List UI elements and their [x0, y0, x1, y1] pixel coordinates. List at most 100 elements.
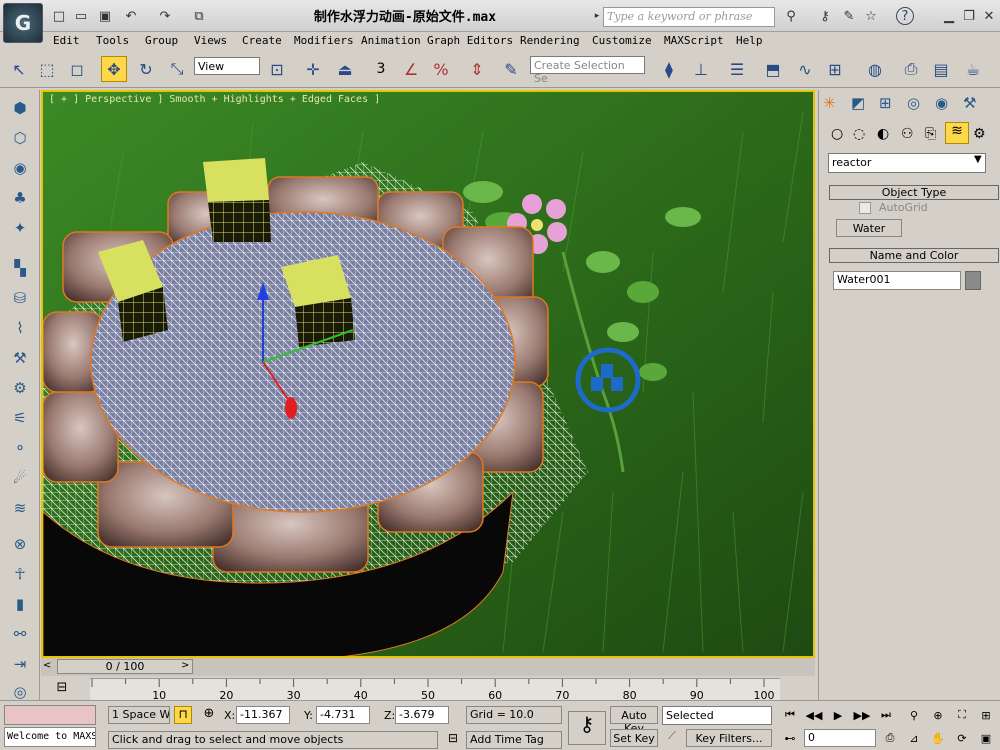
category-dropdown[interactable]: reactor — [828, 153, 986, 173]
open-file-icon[interactable]: ▭ — [72, 7, 90, 25]
rendered-frame-window-icon[interactable]: ▤ — [928, 56, 954, 82]
perspective-viewport[interactable]: [ + ] Perspective ] Smooth + Highlights … — [41, 90, 815, 658]
toy-car-icon[interactable]: ⚬ — [8, 436, 32, 460]
water-button[interactable]: Water — [836, 219, 902, 237]
zoom-all-icon[interactable]: ⊕ — [928, 706, 948, 724]
minimize-icon[interactable]: ▁ — [940, 7, 958, 25]
favorites-icon[interactable]: ☆ — [862, 7, 880, 25]
motion-tab-icon[interactable]: ◎ — [907, 94, 929, 114]
create-tab-icon[interactable]: ✳ — [823, 94, 845, 114]
time-prev-icon[interactable]: < — [43, 660, 51, 671]
graphite-modeling-icon[interactable]: ⬒ — [760, 56, 786, 82]
help-icon[interactable]: ? — [896, 7, 914, 25]
communication-center-icon[interactable]: ✎ — [840, 7, 858, 25]
deforming-mesh-icon[interactable]: ▚ — [8, 256, 32, 280]
zoom-extents-all-icon[interactable]: ⊞ — [976, 706, 996, 724]
menu-help[interactable]: Help — [736, 34, 763, 47]
keyboard-shortcut-override-icon[interactable]: ⏏ — [332, 56, 358, 82]
viewport-label[interactable]: [ + ] Perspective ] Smooth + Highlights … — [49, 94, 380, 105]
project-folder-icon[interactable]: ⧉ — [190, 7, 208, 25]
go-to-end-icon[interactable]: ⏭ — [876, 706, 896, 724]
key-filters-button[interactable]: Key Filters... — [686, 729, 772, 747]
time-slider-thumb[interactable]: 0 / 100 — [57, 659, 193, 674]
undo-icon[interactable]: ↶ — [122, 7, 140, 25]
curve-editor-icon[interactable]: ∿ — [792, 56, 818, 82]
pan-icon[interactable]: ✋ — [928, 729, 948, 747]
lights-icon[interactable]: ◐ — [877, 126, 889, 142]
zoom-icon[interactable]: ⚲ — [904, 706, 924, 724]
soft-body-icon[interactable]: ♣ — [8, 186, 32, 210]
select-and-rotate-icon[interactable]: ↻ — [133, 56, 159, 82]
utilities-tab-icon[interactable]: ⚒ — [963, 94, 985, 114]
play-icon[interactable]: ▶ — [828, 706, 848, 724]
snap-toggle-icon[interactable]: 3 — [368, 56, 394, 82]
hinge-icon[interactable]: ▮ — [8, 592, 32, 616]
menu-create[interactable]: Create — [242, 34, 282, 47]
ragdoll-icon[interactable]: ☥ — [8, 562, 32, 586]
search-input[interactable]: Type a keyword or phrase — [603, 7, 775, 27]
subscription-icon[interactable]: ⚷ — [816, 7, 834, 25]
time-slider[interactable]: < 0 / 100 > — [41, 658, 815, 676]
menu-graph-editors[interactable]: Graph Editors — [427, 34, 513, 47]
hierarchy-tab-icon[interactable]: ⊞ — [879, 94, 901, 114]
named-selection-set-dropdown[interactable]: Create Selection Se — [530, 56, 645, 85]
close-icon[interactable]: ✕ — [980, 7, 998, 25]
default-in-out-tangent-icon[interactable]: ⟋ — [662, 729, 682, 747]
menu-modifiers[interactable]: Modifiers — [294, 34, 354, 47]
y-coordinate-field[interactable]: -4.731 — [316, 706, 370, 724]
select-region-icon[interactable]: ⬚ — [34, 56, 60, 82]
angle-snap-icon[interactable]: ∠ — [398, 56, 424, 82]
menu-customize[interactable]: Customize — [592, 34, 652, 47]
space-warps-icon[interactable]: ≋ — [945, 122, 969, 144]
helpers-icon[interactable]: ⎘ — [925, 126, 936, 142]
restore-icon[interactable]: ❐ — [960, 7, 978, 25]
mirror-icon[interactable]: ⧫ — [656, 56, 682, 82]
app-logo-icon[interactable]: G — [3, 3, 43, 43]
field-of-view-icon[interactable]: ⊿ — [904, 729, 924, 747]
constraint-solver-icon[interactable]: ⊗ — [8, 532, 32, 556]
spring-icon[interactable]: ⌇ — [8, 316, 32, 340]
rope-collection-icon[interactable]: ✦ — [8, 216, 32, 240]
select-and-scale-icon[interactable]: ⤡ — [164, 56, 190, 82]
autogrid-checkbox[interactable] — [859, 202, 871, 214]
lock-icon[interactable]: ⊓ — [174, 706, 192, 724]
new-file-icon[interactable]: □ — [50, 7, 68, 25]
plane-icon[interactable]: ⛁ — [8, 286, 32, 310]
track-bar-icon[interactable]: ⊟ — [52, 680, 72, 698]
maxscript-listener-top[interactable] — [4, 705, 96, 725]
key-mode-dropdown[interactable]: Selected — [662, 706, 772, 725]
dashpot-icon[interactable]: ⚒ — [8, 346, 32, 370]
object-color-swatch[interactable] — [965, 271, 981, 290]
auto-key-button[interactable]: Auto Key — [610, 706, 658, 735]
binoculars-icon[interactable]: ⚲ — [782, 7, 800, 25]
chevron-down-icon[interactable]: ▼ — [974, 154, 982, 165]
menu-group[interactable]: Group — [145, 34, 178, 47]
key-mode-toggle-icon[interactable]: ⊷ — [780, 729, 800, 747]
systems-icon[interactable]: ⚙ — [973, 126, 986, 142]
menu-rendering[interactable]: Rendering — [520, 34, 580, 47]
modify-tab-icon[interactable]: ◩ — [851, 94, 873, 114]
time-next-icon[interactable]: > — [181, 660, 189, 671]
window-crossing-icon[interactable]: ◻ — [64, 56, 90, 82]
menu-views[interactable]: Views — [194, 34, 227, 47]
previous-frame-icon[interactable]: ◀◀ — [804, 706, 824, 724]
maxscript-listener[interactable]: Welcome to MAXS — [4, 727, 96, 747]
layer-manager-icon[interactable]: ☰ — [724, 56, 750, 82]
menu-edit[interactable]: Edit — [53, 34, 80, 47]
add-time-tag-button[interactable]: Add Time Tag — [466, 731, 562, 749]
absolute-mode-icon[interactable]: ⊕ — [200, 706, 218, 724]
name-and-color-rollout[interactable]: Name and Color — [829, 248, 999, 263]
select-and-move-icon[interactable]: ✥ — [101, 56, 127, 82]
menu-maxscript[interactable]: MAXScript — [664, 34, 724, 47]
fracture-icon[interactable]: ☄ — [8, 466, 32, 490]
cloth-collection-icon[interactable]: ◉ — [8, 156, 32, 180]
select-manipulate-icon[interactable]: ✛ — [300, 56, 326, 82]
water-icon[interactable]: ≋ — [8, 496, 32, 520]
motor-icon[interactable]: ⚙ — [8, 376, 32, 400]
prismatic-icon[interactable]: ⇥ — [8, 652, 32, 676]
object-type-rollout[interactable]: Object Type — [829, 185, 999, 200]
shapes-icon[interactable]: ◌ — [853, 126, 865, 142]
floating-box-2[interactable] — [203, 158, 271, 242]
menu-animation[interactable]: Animation — [361, 34, 421, 47]
object-name-field[interactable]: Water001 — [833, 271, 961, 290]
